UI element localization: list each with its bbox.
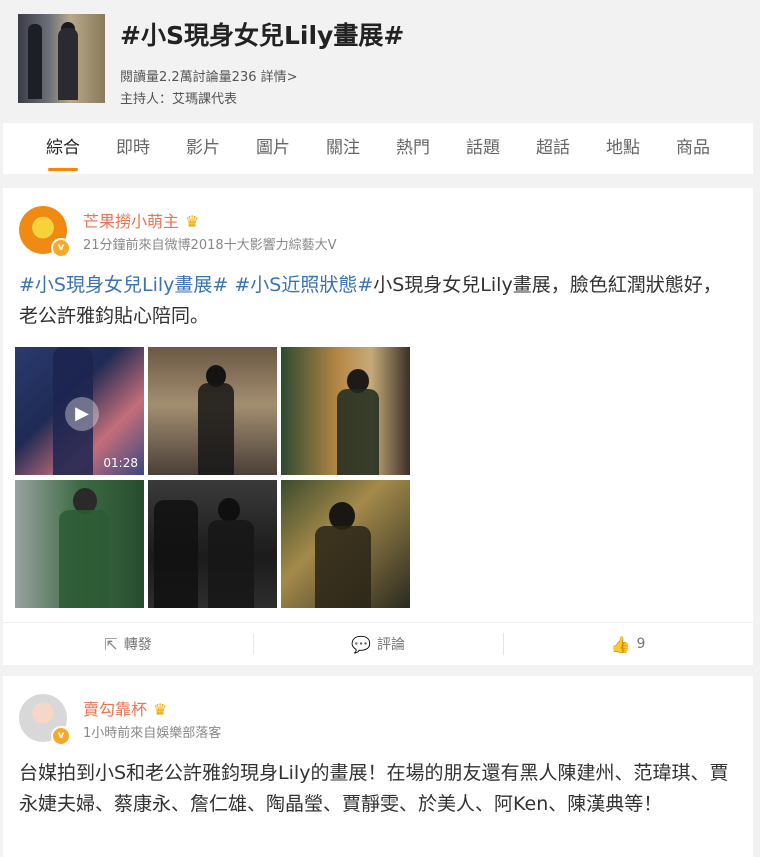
tab-products[interactable]: 商品 xyxy=(658,123,728,174)
verified-badge-icon: v xyxy=(51,726,71,746)
repost-label: 轉發 xyxy=(123,637,152,653)
comment-label: 評論 xyxy=(376,637,405,653)
tab-comprehensive[interactable]: 綜合 xyxy=(28,123,98,174)
thumbs-up-icon: 👍 xyxy=(610,634,631,654)
tab-video[interactable]: 影片 xyxy=(168,123,238,174)
post-card: v 賣勾靠杯 ♛ 1小時前來自娛樂部落客 台媒拍到小S和老公許雅鈞現身Lily的畫… xyxy=(3,676,753,857)
post-image[interactable] xyxy=(281,480,410,608)
post-image[interactable] xyxy=(148,347,277,475)
post-card: v 芒果撈小萌主 ♛ 21分鐘前來自微博2018十大影響力綜藝大V #小S現身女兒… xyxy=(3,188,753,665)
post-meta: 1小時前來自娛樂部落客 xyxy=(83,726,222,741)
verified-badge-icon: v xyxy=(51,238,71,258)
username-text[interactable]: 芒果撈小萌主 xyxy=(83,212,179,231)
play-icon[interactable]: ▶ xyxy=(65,397,99,431)
tab-bar: 綜合 即時 影片 圖片 關注 熱門 話題 超話 地點 商品 xyxy=(3,123,753,174)
topic-host: 主持人：艾瑪課代表 xyxy=(120,92,238,107)
tab-topics[interactable]: 話題 xyxy=(448,123,518,174)
tab-following[interactable]: 關注 xyxy=(308,123,378,174)
post-text: #小S現身女兒Lily畫展# #小S近照狀態#小S現身女兒Lily畫展，臉色紅潤… xyxy=(19,270,737,332)
post-image[interactable] xyxy=(281,347,410,475)
post-meta: 21分鐘前來自微博2018十大影響力綜藝大V xyxy=(83,238,337,253)
hashtag-link[interactable]: #小S近照狀態# xyxy=(234,274,373,296)
topic-cover-image[interactable] xyxy=(18,14,105,103)
like-count: 9 xyxy=(636,636,646,652)
comment-button[interactable]: 💬 評論 xyxy=(253,623,503,665)
crown-icon: ♛ xyxy=(185,212,200,231)
repost-button[interactable]: ⇱ 轉發 xyxy=(3,623,253,665)
crown-icon: ♛ xyxy=(153,700,168,719)
username-text[interactable]: 賣勾靠杯 xyxy=(83,700,147,719)
tab-realtime[interactable]: 即時 xyxy=(98,123,168,174)
comment-icon: 💬 xyxy=(351,634,371,654)
video-thumbnail[interactable]: ▶ 01:28 xyxy=(15,347,144,475)
topic-title: #小S現身女兒Lily畫展# xyxy=(120,21,405,50)
repost-icon: ⇱ xyxy=(104,634,118,654)
tab-location[interactable]: 地點 xyxy=(588,123,658,174)
post-image[interactable] xyxy=(148,480,277,608)
hashtag-link[interactable]: #小S現身女兒Lily畫展# xyxy=(19,274,228,296)
tab-hot[interactable]: 熱門 xyxy=(378,123,448,174)
post-actions: ⇱ 轉發 💬 評論 👍 9 xyxy=(3,622,753,665)
topic-header: #小S現身女兒Lily畫展# 閱讀量2.2萬討論量236 詳情> 主持人：艾瑪課… xyxy=(0,0,760,118)
post-username[interactable]: 芒果撈小萌主 ♛ xyxy=(83,208,199,232)
post-image[interactable] xyxy=(15,480,144,608)
topic-stats[interactable]: 閱讀量2.2萬討論量236 詳情> xyxy=(120,66,298,85)
video-duration: 01:28 xyxy=(103,456,138,470)
like-button[interactable]: 👍 9 xyxy=(503,623,753,665)
post-username[interactable]: 賣勾靠杯 ♛ xyxy=(83,696,167,720)
post-text: 台媒拍到小S和老公許雅鈞現身Lily的畫展！在場的朋友還有黑人陳建州、范瑋琪、賈… xyxy=(19,762,729,815)
tab-pictures[interactable]: 圖片 xyxy=(238,123,308,174)
tab-supertopic[interactable]: 超話 xyxy=(518,123,588,174)
